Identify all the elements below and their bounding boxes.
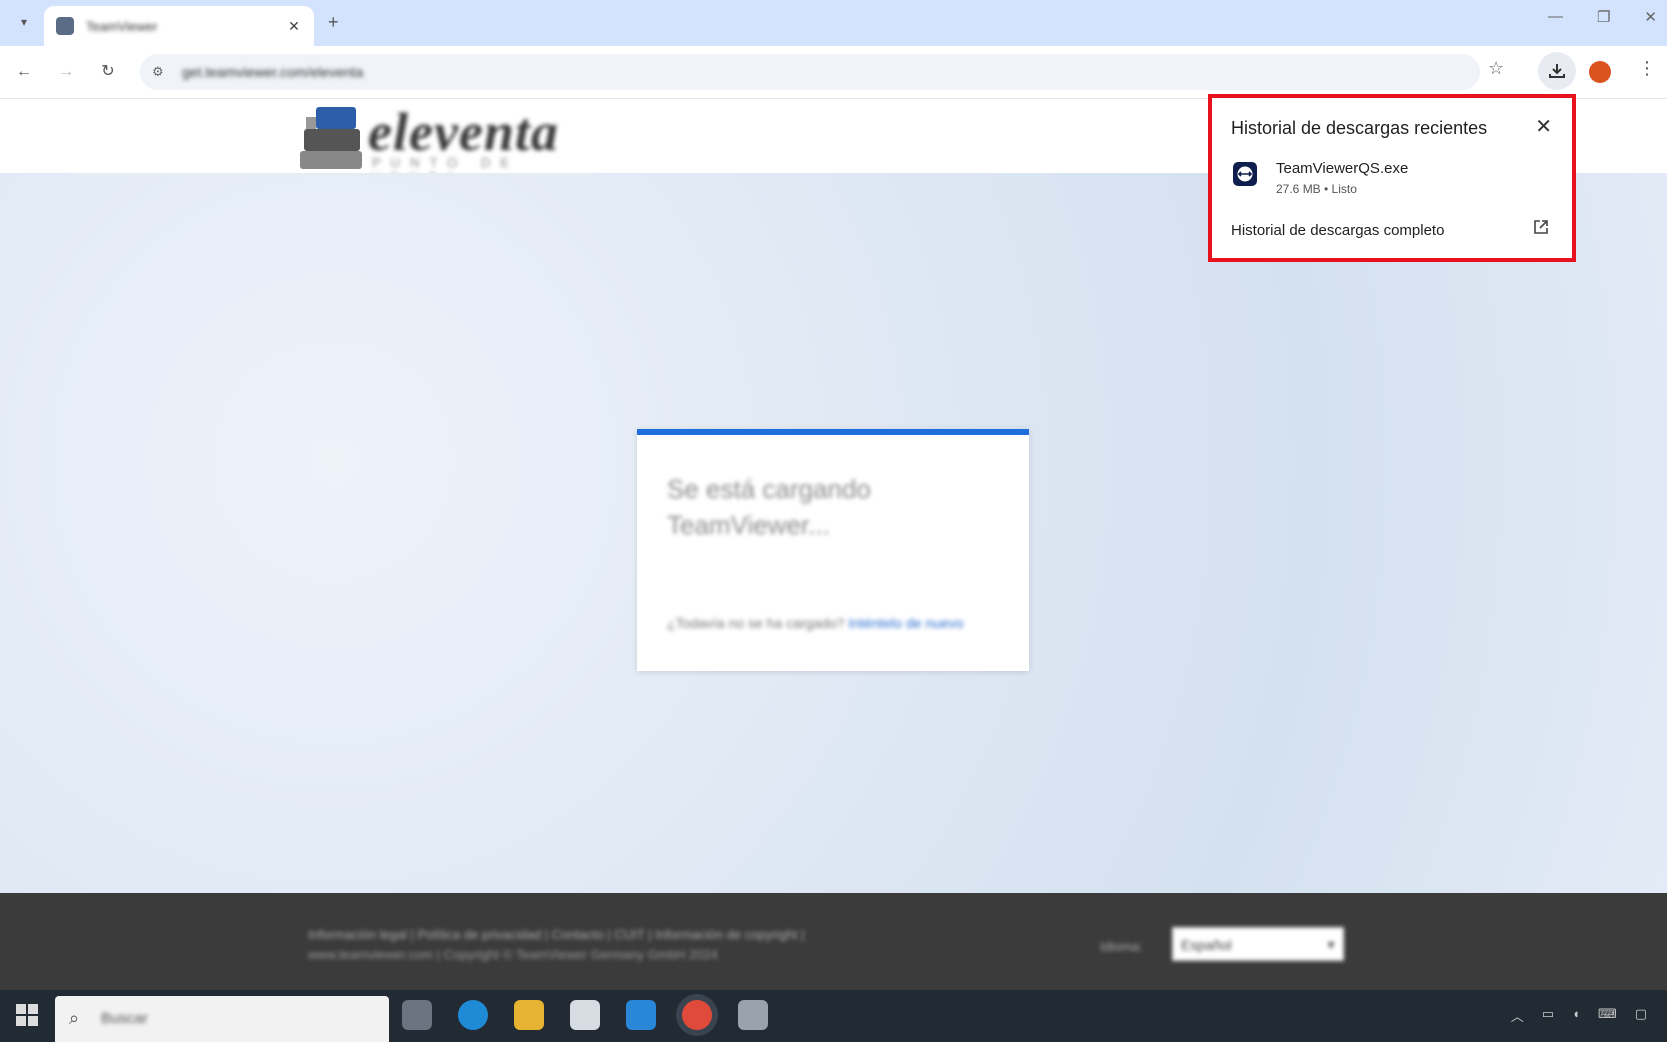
- site-footer: Información legal | Política de privacid…: [0, 893, 1667, 990]
- back-icon[interactable]: ←: [14, 62, 34, 82]
- volume-icon[interactable]: ◖: [1572, 1006, 1580, 1025]
- language-value: Español: [1181, 937, 1232, 953]
- close-icon[interactable]: ✕: [1535, 114, 1552, 139]
- teamviewer-favicon-icon: [56, 17, 74, 35]
- taskbar-search-placeholder: Buscar: [101, 1010, 148, 1027]
- system-tray: ︿ ▭ ◖ ⌨ ▢: [1511, 1006, 1647, 1025]
- retry-link[interactable]: Inténtelo de nuevo: [848, 615, 963, 631]
- address-bar[interactable]: ⚙ get.teamviewer.com/eleventa: [140, 54, 1480, 90]
- download-item[interactable]: TeamViewerQS.exe 27.6 MB • Listo: [1231, 160, 1551, 202]
- footer-copyright: www.teamviewer.com | Copyright © TeamVie…: [308, 947, 718, 962]
- bookmark-star-icon[interactable]: ☆: [1488, 58, 1504, 79]
- teamviewer-file-icon: [1233, 162, 1257, 186]
- loading-help: ¿Todavía no se ha cargado? Inténtelo de …: [667, 615, 964, 631]
- app-icon[interactable]: [738, 1000, 768, 1030]
- loading-card: Se está cargando TeamViewer... ¿Todavía …: [637, 429, 1029, 671]
- task-view-icon[interactable]: [402, 1000, 432, 1030]
- windows-taskbar: ⌕ Buscar ︿ ▭ ◖ ⌨ ▢: [0, 990, 1667, 1042]
- loading-help-text: ¿Todavía no se ha cargado?: [667, 615, 845, 631]
- forward-icon[interactable]: →: [56, 62, 76, 82]
- restore-icon[interactable]: ❐: [1597, 8, 1610, 26]
- full-history-link[interactable]: Historial de descargas completo: [1231, 222, 1444, 239]
- close-window-icon[interactable]: ✕: [1644, 8, 1657, 26]
- reload-icon[interactable]: ↻: [98, 62, 118, 82]
- language-select[interactable]: Español ▼: [1172, 927, 1344, 961]
- notifications-icon[interactable]: ▢: [1635, 1006, 1647, 1025]
- taskbar-apps: [402, 1000, 768, 1030]
- browser-menu-icon[interactable]: ⋮: [1638, 58, 1656, 79]
- tray-chevron-icon[interactable]: ︿: [1511, 1006, 1524, 1025]
- tab-strip: ▾ TeamViewer ✕ + — ❐ ✕: [0, 0, 1667, 46]
- minimize-icon[interactable]: —: [1548, 8, 1563, 26]
- windows-start-icon[interactable]: [16, 1004, 38, 1026]
- window-controls: — ❐ ✕: [1548, 8, 1657, 26]
- store-icon[interactable]: [570, 1000, 600, 1030]
- tab-close-icon[interactable]: ✕: [286, 18, 302, 35]
- new-tab-button[interactable]: +: [328, 12, 339, 33]
- search-icon: ⌕: [69, 1008, 80, 1028]
- tab-teamviewer[interactable]: TeamViewer ✕: [44, 6, 314, 46]
- footer-links[interactable]: Información legal | Política de privacid…: [308, 927, 804, 942]
- keyboard-icon[interactable]: ⌨: [1598, 1006, 1617, 1025]
- file-explorer-icon[interactable]: [514, 1000, 544, 1030]
- chrome-icon[interactable]: [682, 1000, 712, 1030]
- taskbar-search[interactable]: ⌕ Buscar: [55, 996, 389, 1042]
- loading-title: Se está cargando TeamViewer...: [667, 474, 871, 540]
- network-icon[interactable]: ▭: [1542, 1006, 1554, 1025]
- chevron-down-icon: ▼: [1325, 938, 1337, 952]
- profile-avatar[interactable]: [1589, 61, 1611, 83]
- edge-icon[interactable]: [458, 1000, 488, 1030]
- download-icon: [1549, 64, 1565, 78]
- download-meta: 27.6 MB • Listo: [1276, 182, 1357, 196]
- downloads-title: Historial de descargas recientes: [1231, 118, 1488, 138]
- main-content: Se está cargando TeamViewer... ¿Todavía …: [0, 173, 1667, 893]
- eleventa-logo: eleventa PUNTO DE VENTA: [300, 102, 620, 185]
- language-label: Idioma:: [1100, 939, 1143, 954]
- site-info-icon[interactable]: ⚙: [152, 64, 168, 80]
- tab-search-icon[interactable]: ▾: [14, 12, 34, 32]
- logo-name: eleventa: [368, 102, 559, 162]
- url-text[interactable]: get.teamviewer.com/eleventa: [182, 64, 363, 80]
- mail-icon[interactable]: [626, 1000, 656, 1030]
- download-filename: TeamViewerQS.exe: [1276, 160, 1409, 177]
- tab-title: TeamViewer: [86, 18, 158, 34]
- downloads-button[interactable]: [1538, 52, 1576, 90]
- browser-toolbar: ← → ↻ ⚙ get.teamviewer.com/eleventa: [0, 46, 1667, 99]
- downloads-popup: Historial de descargas recientes ✕ TeamV…: [1208, 94, 1576, 262]
- cash-register-icon: [300, 107, 362, 169]
- open-external-icon[interactable]: [1532, 218, 1550, 236]
